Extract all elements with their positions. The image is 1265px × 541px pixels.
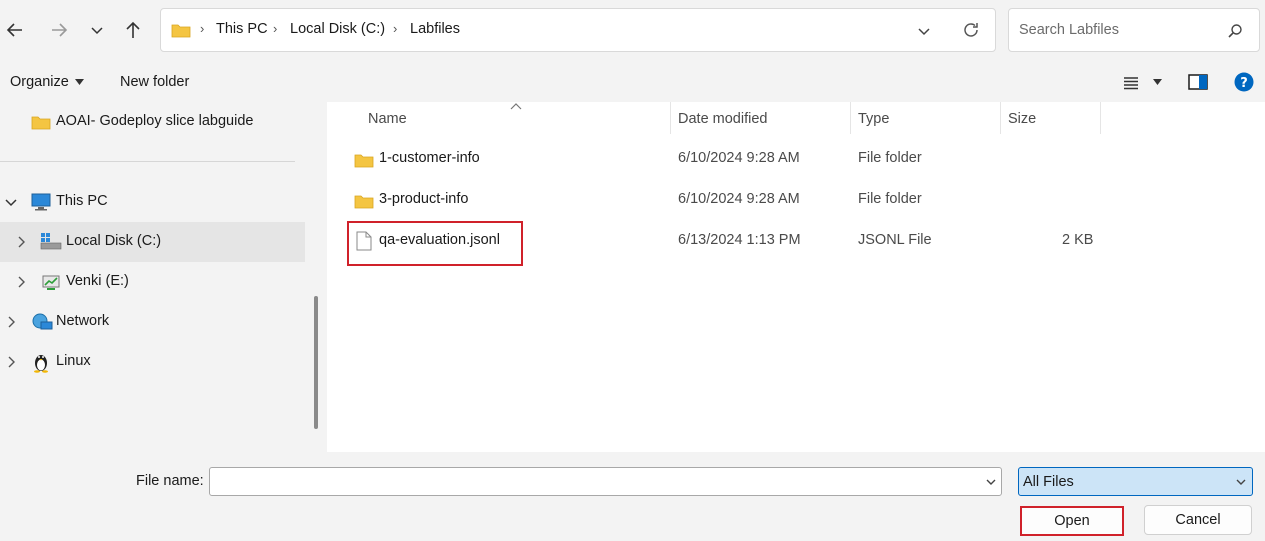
nav-item-label: This PC (56, 193, 108, 209)
chevron-down-icon[interactable] (4, 195, 18, 209)
nav-item-label: Network (56, 313, 110, 329)
arrow-left-icon (6, 23, 22, 37)
chevron-down-icon[interactable] (985, 476, 997, 488)
breadcrumb-this-pc[interactable]: This PC (216, 21, 268, 37)
nav-item-label: Local Disk (C:) (66, 233, 162, 249)
chevron-right-icon[interactable] (14, 235, 28, 249)
help-icon[interactable]: ? (1234, 72, 1254, 92)
file-size: 2 KB (1062, 232, 1094, 248)
chevron-right-icon[interactable] (4, 355, 18, 369)
caret-down-icon[interactable] (1153, 79, 1162, 85)
nav-item-this-pc[interactable]: This PC (0, 182, 305, 222)
recent-locations-button[interactable] (80, 13, 114, 47)
breadcrumb-labfiles[interactable]: Labfiles (410, 21, 460, 37)
command-bar: Organize New folder ? (0, 62, 1265, 102)
table-row[interactable]: 3-product-info 6/10/2024 9:28 AM File fo… (327, 181, 1265, 221)
file-name: 1-customer-info (379, 150, 480, 166)
chevron-down-icon (91, 27, 103, 35)
search-input[interactable]: Search Labfiles (1019, 22, 1119, 38)
breadcrumb-separator-icon: › (200, 21, 205, 36)
column-divider[interactable] (850, 102, 851, 134)
nav-item-local-disk[interactable]: Local Disk (C:) (0, 222, 305, 262)
nav-item-linux[interactable]: Linux (0, 342, 305, 382)
nav-item-venki-drive[interactable]: Venki (E:) (0, 262, 305, 302)
column-divider[interactable] (1100, 102, 1101, 134)
breadcrumb-local-disk[interactable]: Local Disk (C:) (290, 21, 385, 37)
column-header-type[interactable]: Type (858, 111, 889, 127)
column-divider[interactable] (1000, 102, 1001, 134)
caret-down-icon (75, 79, 84, 85)
column-header-size[interactable]: Size (1008, 111, 1036, 127)
folder-icon (31, 116, 51, 130)
file-name: 3-product-info (379, 191, 469, 207)
navigation-pane: AOAI- Godeploy slice labguide This PC Lo… (0, 102, 305, 452)
chevron-down-icon[interactable] (917, 24, 931, 38)
nav-item-label: Linux (56, 353, 91, 369)
file-type-select[interactable]: All Files (1018, 467, 1253, 496)
highlight-box (347, 221, 523, 266)
file-type: File folder (858, 191, 922, 207)
table-row[interactable]: 1-customer-info 6/10/2024 9:28 AM File f… (327, 140, 1265, 180)
organize-button[interactable]: Organize (10, 74, 69, 90)
network-drive-icon (42, 275, 60, 290)
view-options-icon[interactable] (1123, 76, 1139, 90)
breadcrumb-separator-icon: › (393, 21, 398, 36)
nav-scrollbar-thumb[interactable] (314, 296, 318, 429)
new-folder-button[interactable]: New folder (120, 74, 189, 90)
network-icon (32, 313, 53, 330)
preview-pane-icon[interactable] (1188, 74, 1208, 90)
search-box[interactable]: Search Labfiles (1008, 8, 1260, 52)
chevron-right-icon[interactable] (14, 275, 28, 289)
file-list: Name Date modified Type Size 1-customer-… (327, 102, 1265, 452)
linux-icon (34, 355, 48, 373)
folder-icon (354, 154, 374, 168)
file-type: JSONL File (858, 232, 932, 248)
breadcrumb-separator-icon: › (273, 21, 278, 36)
address-bar[interactable]: › This PC › Local Disk (C:) › Labfiles (160, 8, 996, 52)
svg-text:?: ? (1240, 76, 1248, 91)
file-date: 6/10/2024 9:28 AM (678, 191, 800, 207)
file-type-value: All Files (1023, 474, 1074, 490)
file-date: 6/10/2024 9:28 AM (678, 150, 800, 166)
file-date: 6/13/2024 1:13 PM (678, 232, 801, 248)
computer-icon (31, 193, 51, 211)
nav-item-label: Venki (E:) (66, 273, 129, 289)
nav-item-network[interactable]: Network (0, 302, 305, 342)
search-icon (1228, 24, 1242, 38)
cancel-button[interactable]: Cancel (1144, 505, 1252, 535)
chevron-right-icon[interactable] (4, 315, 18, 329)
folder-icon (354, 195, 374, 209)
forward-button[interactable] (42, 13, 76, 47)
drive-icon (40, 233, 62, 250)
nav-item-aoai-folder[interactable]: AOAI- Godeploy slice labguide (0, 102, 305, 142)
folder-icon (171, 24, 191, 38)
arrow-up-icon (126, 21, 140, 38)
column-header-date[interactable]: Date modified (678, 111, 767, 127)
file-type: File folder (858, 150, 922, 166)
file-name-field[interactable] (209, 467, 1002, 496)
address-row: › This PC › Local Disk (C:) › Labfiles S… (0, 0, 1265, 62)
column-header-name[interactable]: Name (368, 111, 407, 127)
chevron-down-icon (1236, 479, 1246, 485)
dialog-footer: File name: All Files Open Cancel (0, 452, 1265, 541)
up-button[interactable] (116, 13, 150, 47)
open-button[interactable]: Open (1020, 506, 1124, 536)
back-button[interactable] (0, 13, 32, 47)
nav-divider (0, 161, 295, 162)
sort-ascending-icon (510, 103, 522, 110)
nav-item-label: AOAI- Godeploy slice labguide (56, 113, 254, 129)
arrow-right-icon (52, 23, 68, 37)
column-divider[interactable] (670, 102, 671, 134)
file-name-label: File name: (136, 473, 204, 489)
refresh-icon[interactable] (962, 21, 980, 39)
